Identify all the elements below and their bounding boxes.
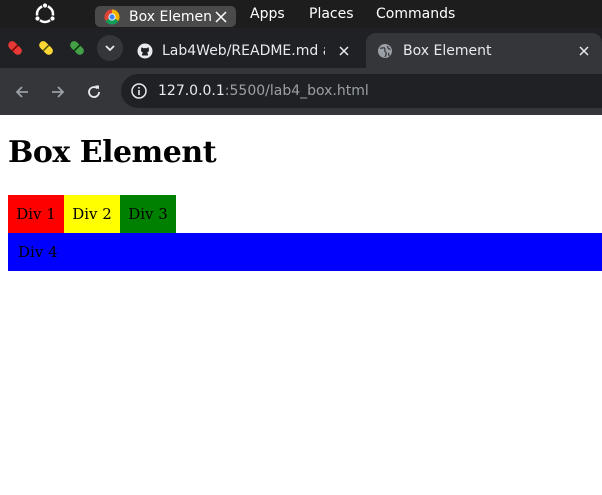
close-icon	[339, 45, 349, 56]
div-3-box: Div 3	[120, 195, 176, 233]
url-path: :5500/lab4_box.html	[224, 83, 369, 99]
tab-box-element[interactable]: Box Element	[366, 33, 602, 68]
arrow-left-icon	[15, 86, 28, 98]
menu-commands[interactable]: Commands	[376, 6, 455, 22]
reload-icon	[88, 85, 100, 98]
menu-places[interactable]: Places	[309, 6, 354, 22]
back-button[interactable]	[12, 82, 32, 102]
info-icon[interactable]	[130, 82, 148, 100]
close-icon	[579, 45, 589, 56]
arrow-right-icon	[52, 86, 65, 98]
div-4-box: Div 4	[8, 233, 602, 271]
address-bar[interactable]: 127.0.0.1:5500/lab4_box.html	[121, 74, 602, 108]
yellow-pill-extension-icon[interactable]	[36, 38, 56, 58]
github-icon	[137, 43, 153, 58]
tab-title: Lab4Web/README.md at main	[162, 42, 325, 59]
close-icon[interactable]	[215, 10, 227, 23]
tab-readme[interactable]: Lab4Web/README.md at main	[125, 33, 362, 68]
tab-close-button[interactable]	[337, 44, 351, 58]
forward-button[interactable]	[48, 82, 68, 102]
page-heading: Box Element	[8, 135, 217, 170]
green-pill-extension-icon[interactable]	[67, 38, 87, 58]
page-content: Box Element Div 1 Div 2 Div 3 Div 4	[0, 115, 602, 495]
taskbar-chrome-button[interactable]: Box Element	[95, 6, 236, 27]
red-pill-extension-icon[interactable]	[5, 38, 25, 58]
chrome-icon	[104, 8, 120, 25]
tab-title: Box Element	[403, 42, 492, 59]
tab-search-button[interactable]	[97, 35, 123, 61]
div-1-box: Div 1	[8, 195, 64, 233]
div-2-box: Div 2	[64, 195, 120, 233]
url-host: 127.0.0.1	[158, 83, 225, 99]
reload-button[interactable]	[84, 82, 104, 102]
ubuntu-logo-icon[interactable]	[32, 2, 58, 26]
taskbar-chrome-label: Box Element	[129, 8, 211, 25]
top-panel: Box Element Apps Places Commands	[0, 0, 602, 28]
globe-icon	[378, 43, 392, 58]
tab-close-button[interactable]	[577, 44, 591, 58]
url-text: 127.0.0.1:5500/lab4_box.html	[158, 83, 369, 99]
menu-apps[interactable]: Apps	[250, 6, 285, 22]
chevron-down-icon	[105, 45, 115, 52]
